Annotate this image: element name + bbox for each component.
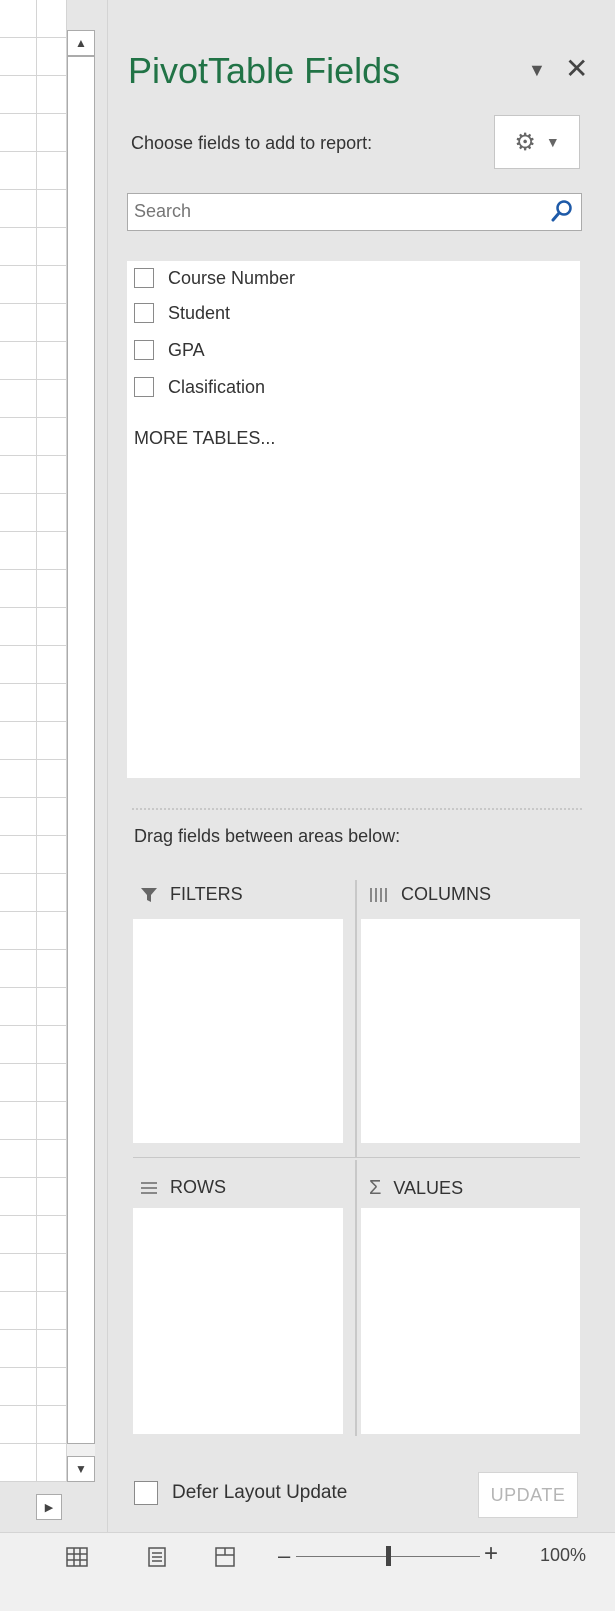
zoom-in-button[interactable]: + bbox=[484, 1540, 498, 1568]
field-item-gpa[interactable]: GPA bbox=[134, 335, 205, 365]
rows-icon bbox=[141, 1181, 157, 1194]
field-item-student[interactable]: Student bbox=[134, 298, 230, 328]
search-box[interactable] bbox=[127, 193, 582, 231]
more-tables-link[interactable]: MORE TABLES... bbox=[134, 428, 275, 449]
checkbox[interactable] bbox=[134, 340, 154, 360]
status-bar: – + 100% bbox=[0, 1532, 615, 1611]
values-label: VALUES bbox=[393, 1178, 464, 1198]
field-label: Clasification bbox=[168, 376, 266, 397]
scroll-up-icon[interactable]: ▲ bbox=[67, 30, 95, 56]
chevron-down-icon: ▼ bbox=[545, 134, 560, 150]
scrollbar-thumb[interactable] bbox=[67, 56, 95, 1444]
page-layout-view-icon[interactable] bbox=[146, 1547, 168, 1567]
search-icon[interactable] bbox=[549, 198, 575, 224]
rows-header: ROWS bbox=[140, 1177, 226, 1198]
columns-label: COLUMNS bbox=[401, 884, 492, 904]
search-input[interactable] bbox=[128, 194, 540, 228]
worksheet-grid[interactable] bbox=[0, 0, 67, 1482]
columns-header: COLUMNS bbox=[369, 884, 491, 905]
choose-fields-label: Choose fields to add to report: bbox=[131, 133, 373, 153]
update-button[interactable]: UPDATE bbox=[478, 1472, 578, 1518]
gear-icon: ⚙ bbox=[514, 128, 536, 156]
page-break-view-icon[interactable] bbox=[214, 1547, 236, 1567]
scroll-right-icon[interactable]: ▶ bbox=[36, 1494, 62, 1520]
section-divider bbox=[132, 808, 582, 810]
checkbox[interactable] bbox=[134, 268, 154, 288]
column-gridline bbox=[36, 0, 37, 1482]
checkbox[interactable] bbox=[134, 377, 154, 397]
field-item-clasification[interactable]: Clasification bbox=[134, 372, 265, 402]
area-separator bbox=[133, 1157, 580, 1158]
pane-divider[interactable] bbox=[107, 0, 108, 1532]
normal-view-icon[interactable] bbox=[66, 1547, 88, 1567]
checkbox[interactable] bbox=[134, 303, 154, 323]
values-header: Σ VALUES bbox=[369, 1177, 463, 1200]
rows-label: ROWS bbox=[170, 1177, 226, 1197]
values-drop-area[interactable] bbox=[361, 1208, 580, 1434]
defer-label: Defer Layout Update bbox=[172, 1482, 348, 1503]
area-separator bbox=[355, 880, 357, 1158]
defer-checkbox[interactable] bbox=[134, 1481, 158, 1505]
panel-title: PivotTable Fields bbox=[128, 50, 401, 91]
sigma-icon: Σ bbox=[369, 1177, 382, 1199]
defer-layout-update[interactable]: Defer Layout Update bbox=[134, 1481, 347, 1505]
dropdown-arrow-icon[interactable]: ▼ bbox=[528, 60, 546, 81]
filter-icon bbox=[141, 887, 157, 902]
filters-drop-area[interactable] bbox=[133, 919, 343, 1143]
zoom-out-button[interactable]: – bbox=[278, 1543, 290, 1569]
field-list: Course Number Student GPA Clasification … bbox=[127, 261, 580, 778]
close-icon[interactable]: ✕ bbox=[565, 52, 588, 85]
tools-button[interactable]: ⚙ ▼ bbox=[494, 115, 580, 169]
scroll-down-icon[interactable]: ▼ bbox=[67, 1456, 95, 1482]
zoom-slider-thumb[interactable] bbox=[386, 1546, 391, 1566]
field-label: GPA bbox=[168, 339, 205, 360]
zoom-level[interactable]: 100% bbox=[540, 1545, 586, 1566]
filters-label: FILTERS bbox=[170, 884, 243, 904]
drag-fields-label: Drag fields between areas below: bbox=[134, 826, 401, 846]
field-label: Course Number bbox=[168, 267, 296, 288]
rows-drop-area[interactable] bbox=[133, 1208, 343, 1434]
vertical-scrollbar[interactable]: ▲ ▼ bbox=[67, 30, 95, 1482]
columns-drop-area[interactable] bbox=[361, 919, 580, 1143]
field-item-course-number[interactable]: Course Number bbox=[134, 263, 295, 293]
filters-header: FILTERS bbox=[140, 884, 243, 905]
area-separator bbox=[355, 1160, 357, 1436]
field-label: Student bbox=[168, 302, 231, 323]
columns-icon bbox=[370, 887, 387, 902]
